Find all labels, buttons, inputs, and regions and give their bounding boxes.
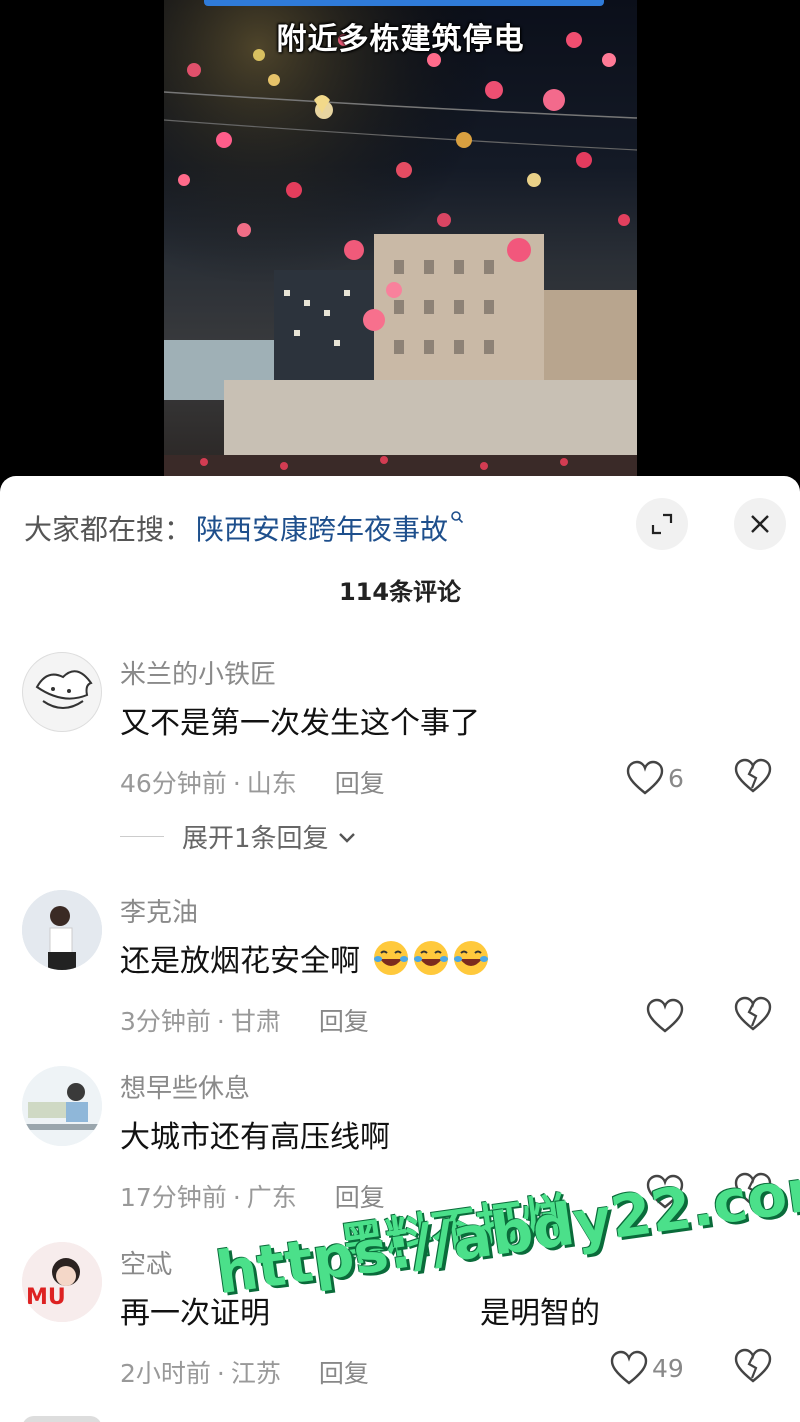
comment-username[interactable]: 想早些休息 <box>120 1068 250 1105</box>
next-comment-peek <box>22 1416 102 1422</box>
broken-heart-icon <box>734 1348 772 1383</box>
video-player[interactable]: 附近多栋建筑停电 <box>0 0 800 476</box>
svg-text:MU: MU <box>26 1285 66 1310</box>
comment-time: 17分钟前 <box>120 1183 227 1212</box>
search-icon <box>450 508 464 529</box>
close-icon <box>751 515 769 533</box>
comment-location: 广东 <box>246 1183 297 1212</box>
broken-heart-icon <box>734 758 772 793</box>
dislike-button[interactable] <box>734 996 772 1036</box>
like-count: 49 <box>652 1353 684 1383</box>
reply-button[interactable]: 回复 <box>335 769 385 798</box>
comment-location: 山东 <box>246 769 297 798</box>
heart-icon <box>646 998 684 1033</box>
expand-button[interactable] <box>636 498 688 550</box>
comment-username[interactable]: 李克油 <box>120 892 198 929</box>
comment-meta: 46分钟前 · 山东 回复 <box>120 769 385 798</box>
video-caption: 附近多栋建筑停电 <box>276 22 525 57</box>
expand-replies-label: 展开1条回复 <box>182 824 329 854</box>
laughing-emoji-icon <box>373 941 408 975</box>
comment-text-body: 还是放烟花安全啊 <box>120 944 360 979</box>
video-frame[interactable]: 附近多栋建筑停电 <box>164 0 637 476</box>
reply-button[interactable]: 回复 <box>319 1359 369 1388</box>
like-count: 6 <box>668 763 684 793</box>
comment-item: 想早些休息 大城市还有高压线啊 17分钟前 · 广东 回复 <box>0 1066 800 1216</box>
reply-button[interactable]: 回复 <box>319 1007 369 1036</box>
like-button[interactable] <box>646 996 684 1036</box>
comment-time: 46分钟前 <box>120 769 227 798</box>
hot-search-prefix: 大家都在搜： <box>24 513 193 546</box>
avatar[interactable]: MU <box>22 1242 102 1322</box>
comment-text: 又不是第一次发生这个事了 <box>120 706 480 741</box>
dislike-button[interactable] <box>734 1172 772 1212</box>
heart-icon <box>626 760 664 795</box>
hot-search-row[interactable]: 大家都在搜： 陕西安康跨年夜事故 <box>24 506 464 550</box>
like-button[interactable] <box>646 1172 684 1212</box>
comment-location: 甘肃 <box>230 1007 281 1036</box>
heart-icon <box>610 1350 648 1385</box>
comment-text: 还是放烟花安全啊 <box>120 936 490 980</box>
broken-heart-icon <box>734 1172 772 1207</box>
heart-icon <box>646 1174 684 1209</box>
reply-button[interactable]: 回复 <box>335 1183 385 1212</box>
comment-meta: 17分钟前 · 广东 回复 <box>120 1183 385 1212</box>
avatar[interactable] <box>22 652 102 732</box>
laughing-emoji-icon <box>413 941 448 975</box>
comment-item: MU 空忒 再一次证明 是明智的 2小时前 · 江苏 回复 49 <box>0 1242 800 1412</box>
comment-text-tail: 是明智的 <box>480 1296 600 1331</box>
dislike-button[interactable] <box>734 1348 772 1388</box>
comment-time: 3分钟前 <box>120 1007 211 1036</box>
hot-search-link[interactable]: 陕西安康跨年夜事故 <box>196 508 448 548</box>
comment-meta: 3分钟前 · 甘肃 回复 <box>120 1007 369 1036</box>
laughing-emoji-icon <box>453 941 488 975</box>
expand-divider <box>120 836 164 837</box>
comment-username[interactable]: 空忒 <box>120 1244 172 1281</box>
comment-username[interactable]: 米兰的小铁匠 <box>120 654 276 691</box>
caption-bar <box>204 0 604 6</box>
comment-time: 2小时前 <box>120 1359 211 1388</box>
dislike-button[interactable] <box>734 758 772 798</box>
expand-replies-button[interactable]: 展开1条回复 <box>182 818 359 855</box>
comment-meta: 2小时前 · 江苏 回复 <box>120 1359 369 1388</box>
comment-count: 114条评论 <box>338 578 462 606</box>
close-button[interactable] <box>734 498 786 550</box>
expand-icon <box>651 513 673 535</box>
like-button[interactable]: 6 <box>626 758 684 798</box>
comment-text-body: 再一次证明 <box>120 1296 270 1331</box>
comment-text: 大城市还有高压线啊 <box>120 1120 390 1155</box>
video-scene <box>164 0 637 476</box>
avatar[interactable] <box>22 890 102 970</box>
broken-heart-icon <box>734 996 772 1031</box>
comment-text: 再一次证明 是明智的 <box>120 1288 600 1332</box>
chevron-down-icon <box>338 832 355 843</box>
avatar[interactable] <box>22 1066 102 1146</box>
like-button[interactable]: 49 <box>610 1348 684 1388</box>
comment-item: 米兰的小铁匠 又不是第一次发生这个事了 46分钟前 · 山东 回复 6 展开1条回复 <box>0 652 800 882</box>
comment-item: 李克油 还是放烟花安全啊 3分钟前 · 甘肃 回复 <box>0 890 800 1040</box>
comment-location: 江苏 <box>230 1359 281 1388</box>
comments-sheet: 大家都在搜： 陕西安康跨年夜事故 114条评论 米兰的小铁匠 又不是第一次发生这… <box>0 476 800 1422</box>
